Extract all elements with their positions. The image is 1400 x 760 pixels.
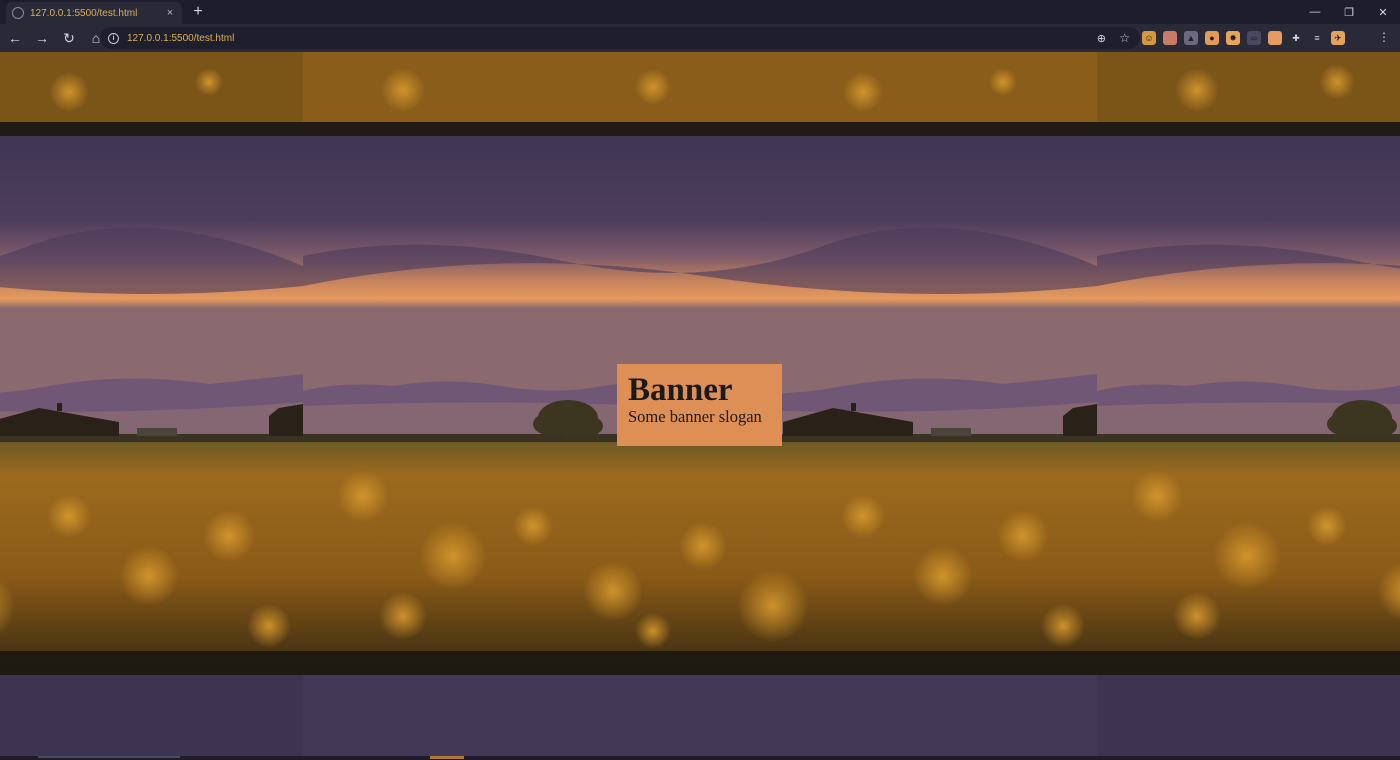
background-tile xyxy=(0,675,303,760)
puzzle-icon[interactable]: ✚ xyxy=(1289,31,1303,45)
window-controls: — ❐ ✕ xyxy=(1298,0,1400,24)
face-extension-icon[interactable]: ☺ xyxy=(1142,31,1156,45)
gear-extension-icon[interactable]: ✸ xyxy=(1226,31,1240,45)
background-tile xyxy=(1097,52,1400,136)
grey-extension-icon[interactable]: ∞ xyxy=(1247,31,1261,45)
banner-slogan: Some banner slogan xyxy=(628,407,762,426)
reading-list-icon[interactable]: ≡ xyxy=(1310,31,1324,45)
reload-button[interactable]: ↻ xyxy=(57,26,81,50)
browser-tab[interactable]: 127.0.0.1:5500/test.html × xyxy=(6,2,182,24)
square-extension-icon[interactable] xyxy=(1163,31,1177,45)
site-info-icon[interactable]: i xyxy=(108,32,119,44)
banner-title: Banner xyxy=(628,372,733,408)
restore-button[interactable]: ❐ xyxy=(1332,0,1366,24)
bookmark-star-icon[interactable]: ☆ xyxy=(1119,31,1130,45)
tab-title: 127.0.0.1:5500/test.html xyxy=(30,7,138,19)
avatar[interactable]: ✈ xyxy=(1331,31,1345,45)
globe-icon xyxy=(12,7,24,19)
close-window-button[interactable]: ✕ xyxy=(1366,0,1400,24)
address-url[interactable]: 127.0.0.1:5500/test.html xyxy=(127,33,234,44)
background-tile xyxy=(303,52,1097,136)
background-strip-top xyxy=(0,52,1400,136)
background-tile xyxy=(1097,136,1400,665)
close-tab-icon[interactable]: × xyxy=(164,7,176,19)
banner: Banner Some banner slogan xyxy=(617,364,782,446)
background-tile xyxy=(303,675,1097,760)
extensions-area: ☺ ▲ ● ✸ ∞ ✚ ≡ ✈ xyxy=(1142,28,1345,48)
tab-strip: 127.0.0.1:5500/test.html × + — ❐ ✕ xyxy=(0,0,1400,24)
triangle-extension-icon[interactable]: ▲ xyxy=(1184,31,1198,45)
taskbar-segment xyxy=(430,756,464,759)
taskbar-edge xyxy=(0,756,1400,760)
back-button[interactable]: ← xyxy=(3,26,27,50)
new-tab-button[interactable]: + xyxy=(190,3,206,21)
background-tile xyxy=(0,136,303,665)
taskbar-segment xyxy=(38,756,180,758)
browser-toolbar: ← → ↻ ⌂ i 127.0.0.1:5500/test.html ⊕ ☆ ☺… xyxy=(0,24,1400,52)
orange-extension-icon[interactable] xyxy=(1268,31,1282,45)
background-tile xyxy=(0,52,303,136)
address-bar[interactable]: i 127.0.0.1:5500/test.html ⊕ ☆ xyxy=(100,27,1140,49)
browser-menu-icon[interactable]: ⋮ xyxy=(1378,30,1390,44)
magnifier-extension-icon[interactable]: ● xyxy=(1205,31,1219,45)
forward-button[interactable]: → xyxy=(30,26,54,50)
zoom-icon[interactable]: ⊕ xyxy=(1097,32,1106,45)
page-viewport: Banner Some banner slogan xyxy=(0,52,1400,760)
background-tile xyxy=(1097,675,1400,760)
background-strip-bottom xyxy=(0,665,1400,760)
minimize-button[interactable]: — xyxy=(1298,0,1332,24)
